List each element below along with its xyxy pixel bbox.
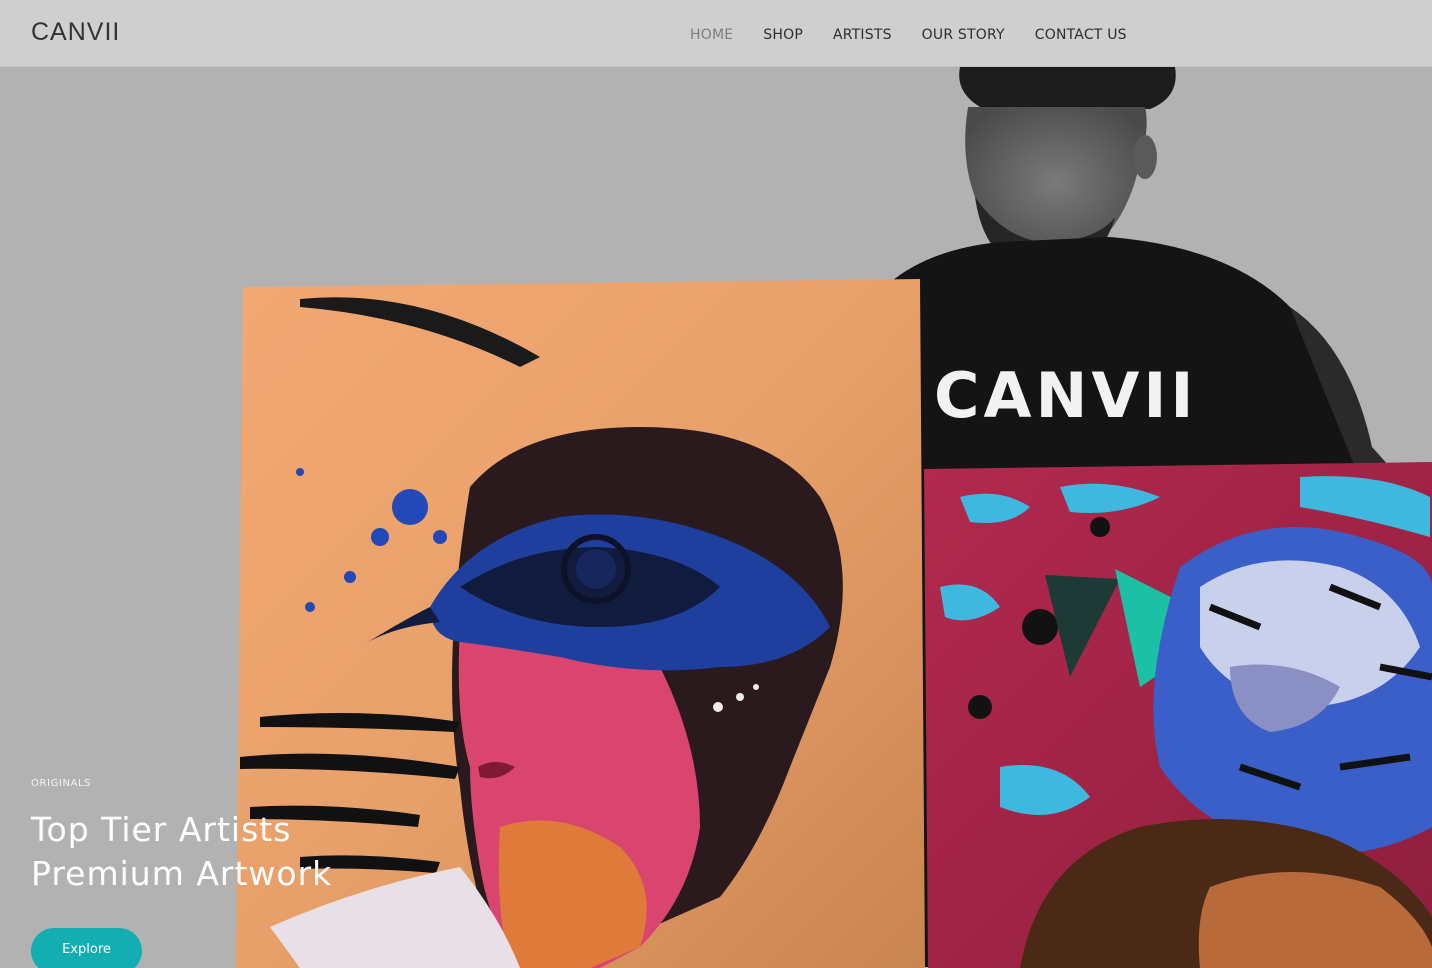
nav-item-shop: SHOP: [763, 24, 803, 43]
shirt-logo-text: CANVII: [934, 359, 1198, 432]
nav-link-shop[interactable]: SHOP: [763, 27, 803, 43]
painting-right: [924, 462, 1432, 968]
site-logo[interactable]: CANVII: [31, 18, 120, 47]
explore-button[interactable]: Explore: [31, 928, 142, 968]
nav-link-home[interactable]: HOME: [690, 27, 733, 43]
nav-link-our-story[interactable]: OUR STORY: [922, 27, 1005, 43]
hero-headline-line-2: Premium Artwork: [31, 854, 333, 893]
nav-item-our-story: OUR STORY: [922, 24, 1005, 43]
painting-left: [236, 279, 925, 968]
nav-item-contact-us: CONTACT US: [1035, 24, 1127, 43]
page: CANVII HOME SHOP ARTISTS OUR STORY CONTA…: [0, 0, 1432, 968]
nav-link-artists[interactable]: ARTISTS: [833, 27, 892, 43]
site-header: CANVII HOME SHOP ARTISTS OUR STORY CONTA…: [0, 0, 1432, 67]
nav-link-contact-us[interactable]: CONTACT US: [1035, 27, 1127, 43]
main-nav: HOME SHOP ARTISTS OUR STORY CONTACT US: [690, 24, 1127, 43]
hero-eyebrow: ORIGINALS: [31, 778, 92, 789]
hero-headline-line-1: Top Tier Artists: [31, 810, 292, 849]
nav-item-artists: ARTISTS: [833, 24, 892, 43]
nav-item-home: HOME: [690, 24, 733, 43]
hero-headline: Top Tier Artists Premium Artwork: [31, 808, 332, 896]
